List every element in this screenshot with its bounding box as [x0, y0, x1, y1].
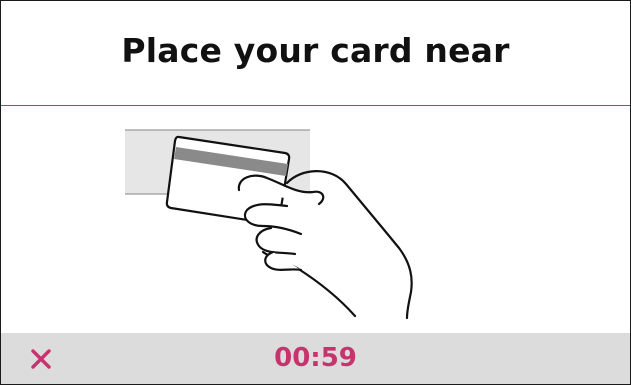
countdown-timer: 00:59 — [274, 343, 357, 373]
card-prompt-screen: Place your card near 00:59 — [0, 0, 631, 385]
header: Place your card near — [1, 1, 630, 105]
page-title: Place your card near — [121, 30, 510, 70]
footer-bar: 00:59 — [1, 333, 630, 384]
hand-icon — [237, 170, 413, 320]
card-reader-illustration — [1, 106, 630, 333]
hand-holding-card-icon — [125, 129, 413, 320]
